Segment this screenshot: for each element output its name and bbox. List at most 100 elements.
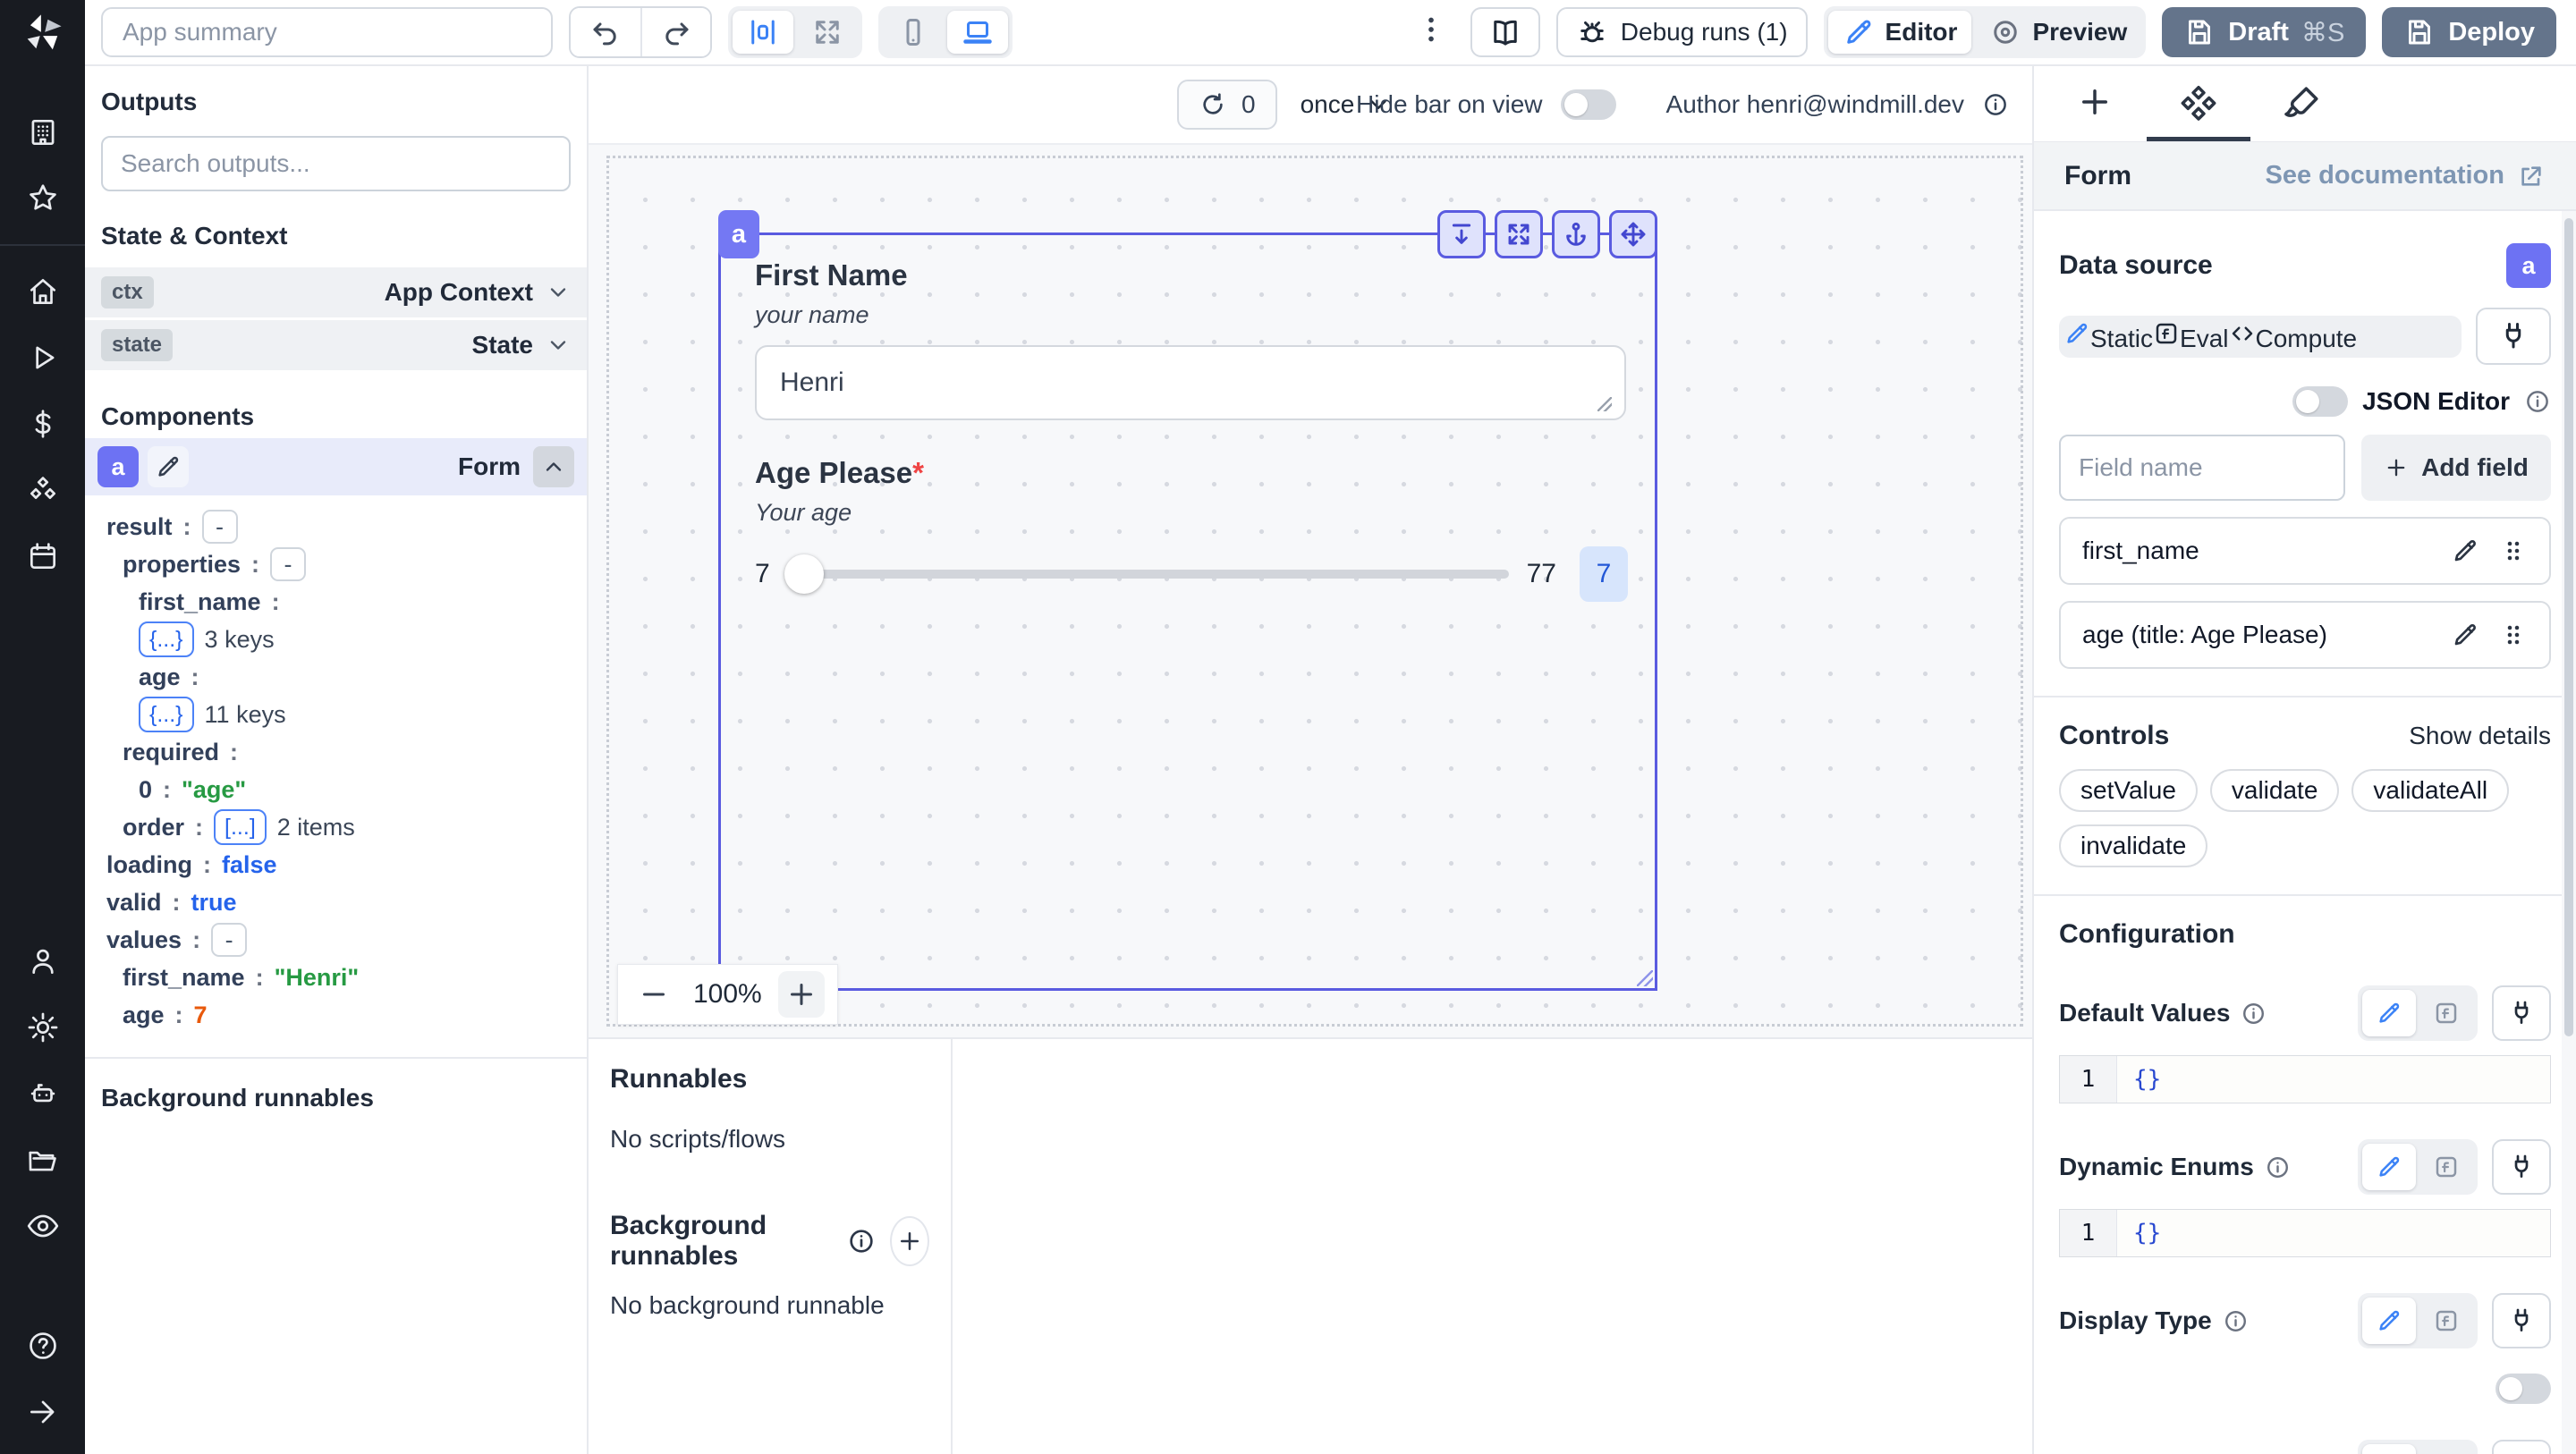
sidebar-item-help[interactable] [0, 1313, 85, 1379]
static-mode-button[interactable] [2362, 1298, 2416, 1344]
info-icon[interactable] [2265, 1154, 2291, 1180]
add-field-button[interactable]: Add field [2361, 435, 2551, 501]
connect-button[interactable] [2492, 1139, 2551, 1195]
search-outputs-input[interactable] [101, 136, 571, 191]
sidebar-item-runs[interactable] [0, 325, 85, 391]
scrollbar-thumb[interactable] [2564, 218, 2573, 1036]
fill-height-button[interactable] [1437, 210, 1486, 258]
static-tab[interactable]: Static [2063, 320, 2153, 353]
component-row-form[interactable]: a Form [85, 438, 587, 495]
expand-array-badge[interactable]: [...] [214, 809, 267, 845]
sidebar-item-users[interactable] [0, 928, 85, 994]
collapse-toggle[interactable]: - [201, 510, 238, 544]
slider-track[interactable] [784, 554, 1509, 594]
chevron-down-icon[interactable] [546, 333, 571, 358]
sidebar-item-schedules[interactable] [0, 523, 85, 589]
edit-field-icon[interactable] [2451, 621, 2479, 649]
collapse-toggle[interactable]: - [211, 923, 248, 957]
rename-component-button[interactable] [148, 446, 189, 487]
connect-button[interactable] [2492, 1440, 2551, 1454]
redo-button[interactable] [640, 8, 710, 56]
full-width-button[interactable] [797, 11, 858, 54]
info-icon[interactable] [1982, 91, 2009, 118]
expand-object-badge[interactable]: {...} [139, 621, 194, 657]
invalidate-pill[interactable]: invalidate [2059, 824, 2208, 867]
input-resize-handle[interactable] [1597, 397, 1612, 411]
info-icon[interactable] [2223, 1308, 2249, 1334]
deploy-button[interactable]: Deploy [2382, 7, 2556, 57]
settings-tab[interactable] [2147, 66, 2250, 141]
drag-handle-icon[interactable] [2499, 537, 2528, 565]
edit-field-icon[interactable] [2451, 537, 2479, 565]
static-mode-button[interactable] [2362, 1144, 2416, 1190]
mobile-view-button[interactable] [883, 11, 944, 54]
selected-form-component[interactable]: a First Name your name Henri Age Please*… [718, 210, 1657, 991]
desktop-view-button[interactable] [947, 11, 1008, 54]
field-name-input[interactable] [2059, 435, 2345, 501]
component-resize-handle[interactable] [1637, 970, 1653, 986]
eval-mode-button[interactable] [2419, 1144, 2473, 1190]
zoom-in-button[interactable] [777, 971, 825, 1018]
expand-component-button[interactable] [1495, 210, 1543, 258]
info-icon[interactable] [2241, 1001, 2267, 1027]
see-documentation-link[interactable]: See documentation [2266, 161, 2546, 190]
component-tag[interactable]: a [718, 210, 759, 258]
eval-mode-button[interactable] [2419, 1298, 2473, 1344]
display-type-toggle[interactable] [2496, 1374, 2551, 1404]
draft-button[interactable]: Draft ⌘S [2162, 7, 2367, 57]
insert-component-tab[interactable] [2043, 66, 2147, 141]
hide-bar-toggle[interactable] [1560, 89, 1616, 120]
connect-button[interactable] [2492, 1293, 2551, 1348]
more-options-button[interactable] [1408, 13, 1454, 52]
add-background-runnable-button[interactable] [890, 1216, 929, 1266]
anchor-component-button[interactable] [1552, 210, 1600, 258]
sidebar-item-favorites[interactable] [0, 165, 85, 232]
refresh-button[interactable]: 0 [1177, 80, 1277, 130]
first-name-input[interactable] [755, 345, 1626, 420]
state-row[interactable]: state State [85, 320, 587, 370]
info-icon[interactable] [847, 1227, 876, 1255]
styling-tab[interactable] [2250, 66, 2354, 141]
sidebar-item-variables[interactable] [0, 391, 85, 457]
expand-object-badge[interactable]: {...} [139, 697, 194, 732]
eval-mode-button[interactable] [2419, 1444, 2473, 1454]
sidebar-item-home[interactable] [0, 258, 85, 325]
app-canvas[interactable]: a First Name your name Henri Age Please*… [589, 143, 2032, 1037]
sidebar-item-audit[interactable] [0, 1193, 85, 1259]
collapse-component-button[interactable] [533, 446, 574, 487]
collapse-toggle[interactable]: - [270, 547, 307, 581]
zoom-out-button[interactable] [631, 971, 677, 1018]
sidebar-item-resources[interactable] [0, 457, 85, 523]
canvas-grid[interactable]: a First Name your name Henri Age Please*… [606, 156, 2023, 1027]
connect-button[interactable] [2492, 985, 2551, 1041]
sidebar-item-workspace[interactable] [0, 99, 85, 165]
eval-tab[interactable]: Eval [2153, 320, 2229, 353]
json-editor-toggle[interactable] [2292, 386, 2349, 417]
field-row-first-name[interactable]: first_name [2059, 517, 2551, 585]
editor-tab[interactable]: Editor [1827, 11, 1972, 54]
centered-layout-button[interactable] [733, 11, 793, 54]
compute-tab[interactable]: Compute [2229, 320, 2357, 353]
debug-runs-button[interactable]: Debug runs (1) [1555, 7, 1808, 57]
ctx-row[interactable]: ctx App Context [85, 267, 587, 317]
preview-tab[interactable]: Preview [1975, 11, 2141, 54]
collapse-rail-button[interactable] [0, 1379, 85, 1445]
field-row-age[interactable]: age (title: Age Please) [2059, 601, 2551, 669]
dynamic-enums-editor[interactable]: 1 {} [2059, 1209, 2551, 1257]
show-details-link[interactable]: Show details [2409, 722, 2551, 750]
static-mode-button[interactable] [2362, 990, 2416, 1036]
slider-thumb[interactable] [784, 554, 824, 594]
undo-button[interactable] [571, 8, 640, 56]
info-icon[interactable] [2524, 388, 2551, 415]
default-values-editor[interactable]: 1 {} [2059, 1055, 2551, 1103]
windmill-logo[interactable] [20, 11, 66, 63]
move-component-button[interactable] [1609, 210, 1657, 258]
docs-button[interactable] [1470, 7, 1540, 57]
static-mode-button[interactable] [2362, 1444, 2416, 1454]
validate-pill[interactable]: validate [2209, 769, 2340, 812]
connect-button[interactable] [2476, 308, 2551, 365]
sidebar-item-settings[interactable] [0, 994, 85, 1061]
app-summary-input[interactable] [101, 7, 553, 57]
validateall-pill[interactable]: validateAll [2351, 769, 2510, 812]
sidebar-item-folders[interactable] [0, 1127, 85, 1193]
